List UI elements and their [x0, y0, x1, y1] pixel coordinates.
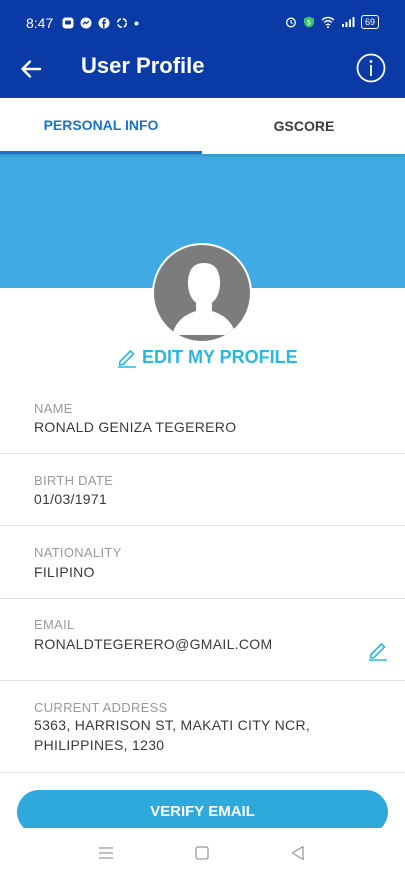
- field-value: RONALDTEGERERO@GMAIL.COM: [34, 636, 273, 652]
- tab-personal-info[interactable]: PERSONAL INFO: [0, 98, 202, 154]
- facebook-icon: [98, 17, 110, 29]
- system-navigation-bar: [0, 828, 405, 878]
- back-button[interactable]: [14, 52, 48, 86]
- field-label: EMAIL: [34, 617, 75, 632]
- avatar: [152, 243, 252, 343]
- app-bar: User Profile: [0, 38, 405, 98]
- edit-email-pencil-icon[interactable]: [367, 639, 389, 661]
- alarm-icon: [286, 17, 296, 28]
- edit-profile-link[interactable]: EDIT MY PROFILE: [116, 346, 298, 368]
- field-label: NATIONALITY: [34, 545, 122, 560]
- field-value-line1: 5363, HARRISON ST, MAKATI CITY NCR,: [34, 717, 311, 733]
- wifi-icon: [321, 16, 335, 28]
- messenger-icon: [80, 17, 92, 29]
- field-email: EMAIL RONALDTEGERERO@GMAIL.COM: [0, 599, 405, 681]
- shield-vpn-icon: $: [303, 16, 314, 28]
- more-notifications-dot-icon: [134, 21, 139, 25]
- tab-bar: PERSONAL INFO GSCORE: [0, 98, 405, 154]
- field-nationality: NATIONALITY FILIPINO: [0, 526, 405, 599]
- info-circle-icon[interactable]: [355, 52, 387, 84]
- signal-icon: [341, 17, 355, 27]
- status-bar: 8:47 $ 69: [0, 0, 405, 38]
- tab-gscore[interactable]: GSCORE: [203, 98, 405, 154]
- status-right-icons: $ 69: [285, 15, 379, 29]
- notification-icons: [62, 17, 139, 29]
- field-value: FILIPINO: [34, 564, 95, 580]
- menu-icon[interactable]: [96, 843, 116, 863]
- svg-text:$: $: [307, 19, 311, 27]
- field-label: CURRENT ADDRESS: [34, 700, 168, 715]
- field-value: 01/03/1971: [34, 491, 108, 507]
- field-current-address: CURRENT ADDRESS 5363, HARRISON ST, MAKAT…: [0, 681, 405, 773]
- message-app-icon: [62, 17, 74, 29]
- field-name: NAME RONALD GENIZA TEGERERO: [0, 381, 405, 454]
- field-value-line2: PHILIPPINES, 1230: [34, 737, 165, 753]
- status-time: 8:47: [26, 15, 54, 31]
- arrow-left-icon: [21, 60, 42, 78]
- pencil-icon: [118, 350, 136, 368]
- field-label: BIRTH DATE: [34, 473, 114, 488]
- field-value: RONALD GENIZA TEGERERO: [34, 419, 237, 435]
- field-label: NAME: [34, 401, 73, 416]
- battery-indicator: 69: [360, 15, 379, 29]
- back-triangle-icon[interactable]: [288, 843, 308, 863]
- sync-icon: [116, 17, 128, 29]
- page-title: User Profile: [81, 53, 205, 78]
- edit-profile-label: EDIT MY PROFILE: [142, 346, 298, 367]
- field-birth-date: BIRTH DATE 01/03/1971: [0, 454, 405, 526]
- home-square-icon[interactable]: [192, 843, 212, 863]
- person-silhouette-icon: [172, 263, 236, 335]
